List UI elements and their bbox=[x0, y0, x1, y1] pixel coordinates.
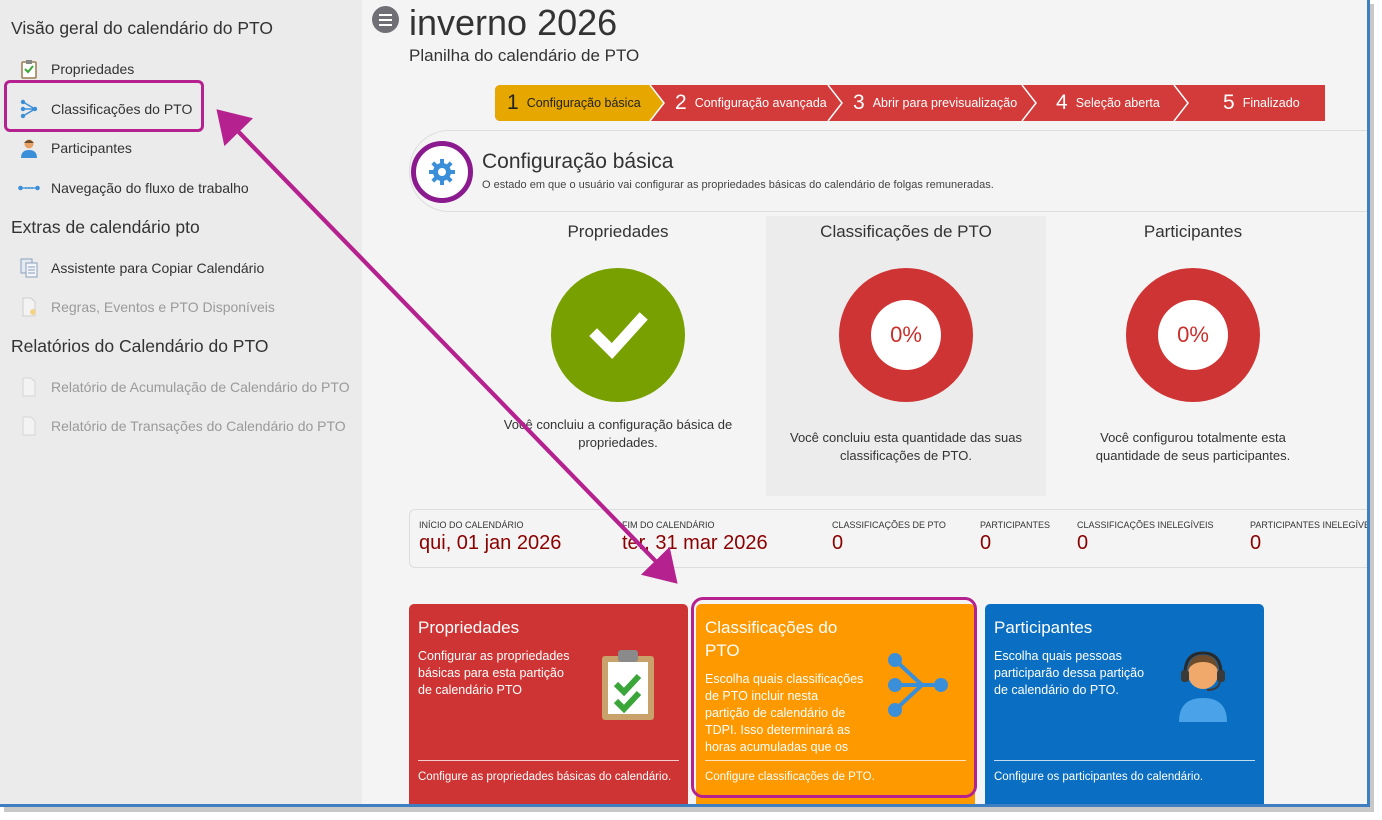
card-body: Escolha quais pessoas participarão dessa … bbox=[994, 649, 1145, 697]
info-pto-classifications: CLASSIFICAÇÕES DE PTO 0 bbox=[832, 520, 946, 554]
app-window: Visão geral do calendário do PTO Proprie… bbox=[0, 0, 1370, 807]
sidebar-item-label: Propriedades bbox=[51, 61, 135, 77]
stat-title: Classificações de PTO bbox=[820, 222, 992, 241]
card-divider bbox=[418, 760, 679, 761]
wizard-step-1[interactable]: 1 Configuração básica bbox=[507, 85, 641, 121]
config-description: O estado em que o usuário vai configurar… bbox=[482, 179, 994, 191]
person-icon bbox=[18, 137, 40, 159]
wizard-step-5[interactable]: 5 Finalizado bbox=[1223, 85, 1300, 121]
sidebar-item-label: Relatório de Acumulação de Calendário do… bbox=[51, 379, 350, 395]
progress-value: 0% bbox=[1158, 300, 1228, 370]
info-calendar-end: FIM DO CALENDÁRIO ter, 31 mar 2026 bbox=[622, 520, 768, 554]
stat-participants: Participantes 0% Você configurou totalme… bbox=[1057, 216, 1329, 496]
card-properties[interactable]: Propriedades Configurar as propriedades b… bbox=[409, 604, 688, 804]
sidebar-item-copy-calendar-wizard[interactable]: Assistente para Copiar Calendário bbox=[18, 254, 264, 282]
stat-title: Propriedades bbox=[567, 222, 669, 241]
sidebar-item-label: Relatório de Transações do Calendário do… bbox=[51, 418, 346, 434]
document-icon bbox=[18, 415, 40, 437]
gear-icon bbox=[429, 159, 455, 185]
sidebar-item-label: Participantes bbox=[51, 140, 132, 156]
clipboard-check-icon bbox=[18, 58, 40, 80]
sidebar-section-extras: Extras de calendário pto bbox=[11, 217, 200, 237]
stat-pto-classifications: Classificações de PTO 0% Você concluiu e… bbox=[766, 216, 1046, 496]
sidebar-item-label: Navegação do fluxo de trabalho bbox=[51, 180, 249, 196]
document-icon bbox=[18, 376, 40, 398]
stat-properties: Propriedades Você concluiu a configuraçã… bbox=[482, 216, 754, 496]
checkmark-icon bbox=[589, 312, 648, 359]
info-calendar-start: INÍCIO DO CALENDÁRIO qui, 01 jan 2026 bbox=[419, 520, 562, 554]
card-divider bbox=[994, 760, 1255, 761]
stat-description: Você concluiu a configuração básica de pr… bbox=[503, 417, 733, 450]
card-title: Propriedades bbox=[418, 618, 520, 637]
progress-donut: 0% bbox=[1126, 268, 1260, 402]
menu-icon bbox=[379, 13, 392, 26]
card-body: Configurar as propriedades básicas para e… bbox=[418, 649, 570, 697]
clipboard-check-icon bbox=[602, 650, 654, 720]
wizard-step-3[interactable]: 3 Abrir para previsualização bbox=[853, 85, 1017, 121]
wizard-steps: 1 Configuração básica 2 Configuração avanç… bbox=[495, 85, 1325, 121]
page-title: inverno 2026 bbox=[409, 2, 618, 43]
info-ineligible-classifications: CLASSIFICAÇÕES INELEGÍVEIS 0 bbox=[1077, 520, 1214, 554]
wizard-step-4[interactable]: 4 Seleção aberta bbox=[1056, 85, 1160, 121]
config-icon-ring bbox=[411, 141, 473, 203]
stat-description: Você concluiu esta quantidade das suas cl… bbox=[789, 430, 1022, 463]
sidebar-item-workflow-navigation[interactable]: Navegação do fluxo de trabalho bbox=[18, 174, 249, 202]
sidebar: Visão geral do calendário do PTO Proprie… bbox=[0, 0, 362, 804]
config-title: Configuração básica bbox=[482, 150, 674, 173]
stat-title: Participantes bbox=[1143, 222, 1243, 241]
support-agent-icon bbox=[1179, 651, 1227, 722]
progress-donut: 0% bbox=[839, 268, 973, 402]
sidebar-item-transactions-report[interactable]: Relatório de Transações do Calendário do… bbox=[18, 412, 346, 440]
copy-document-icon bbox=[18, 257, 40, 279]
highlight-box bbox=[4, 80, 204, 132]
sidebar-section-reports: Relatórios do Calendário do PTO bbox=[11, 336, 269, 356]
highlight-box bbox=[691, 597, 977, 798]
sidebar-section-overview: Visão geral do calendário do PTO bbox=[11, 18, 274, 38]
workflow-icon bbox=[18, 177, 40, 199]
document-icon bbox=[18, 296, 40, 318]
sidebar-item-properties[interactable]: Propriedades bbox=[18, 55, 134, 83]
wizard-step-2[interactable]: 2 Configuração avançada bbox=[675, 85, 827, 121]
menu-button[interactable] bbox=[372, 6, 399, 33]
sidebar-item-label: Regras, Eventos e PTO Disponíveis bbox=[51, 299, 275, 315]
sidebar-item-accrual-report[interactable]: Relatório de Acumulação de Calendário do… bbox=[18, 373, 350, 401]
progress-value: 0% bbox=[871, 300, 941, 370]
info-participants: PARTICIPANTES 0 bbox=[980, 520, 1051, 554]
card-footer-link[interactable]: Configure as propriedades básicas do cal… bbox=[418, 771, 671, 783]
complete-indicator bbox=[551, 268, 685, 402]
info-ineligible-participants: PARTICIPANTES INELEGÍVEIS 0 bbox=[1250, 520, 1370, 554]
card-title: Participantes bbox=[994, 618, 1093, 637]
card-participants[interactable]: Participantes Escolha quais pessoas parti… bbox=[985, 604, 1264, 804]
page-subtitle: Planilha do calendário de PTO bbox=[409, 46, 640, 65]
sidebar-item-participants[interactable]: Participantes bbox=[18, 134, 132, 162]
sidebar-item-rules-events[interactable]: Regras, Eventos e PTO Disponíveis bbox=[18, 293, 275, 321]
card-footer-link[interactable]: Configure os participantes do calendário… bbox=[994, 771, 1203, 783]
sidebar-item-label: Assistente para Copiar Calendário bbox=[51, 260, 265, 276]
stat-description: Você configurou totalmente esta quantidad… bbox=[1095, 430, 1291, 463]
